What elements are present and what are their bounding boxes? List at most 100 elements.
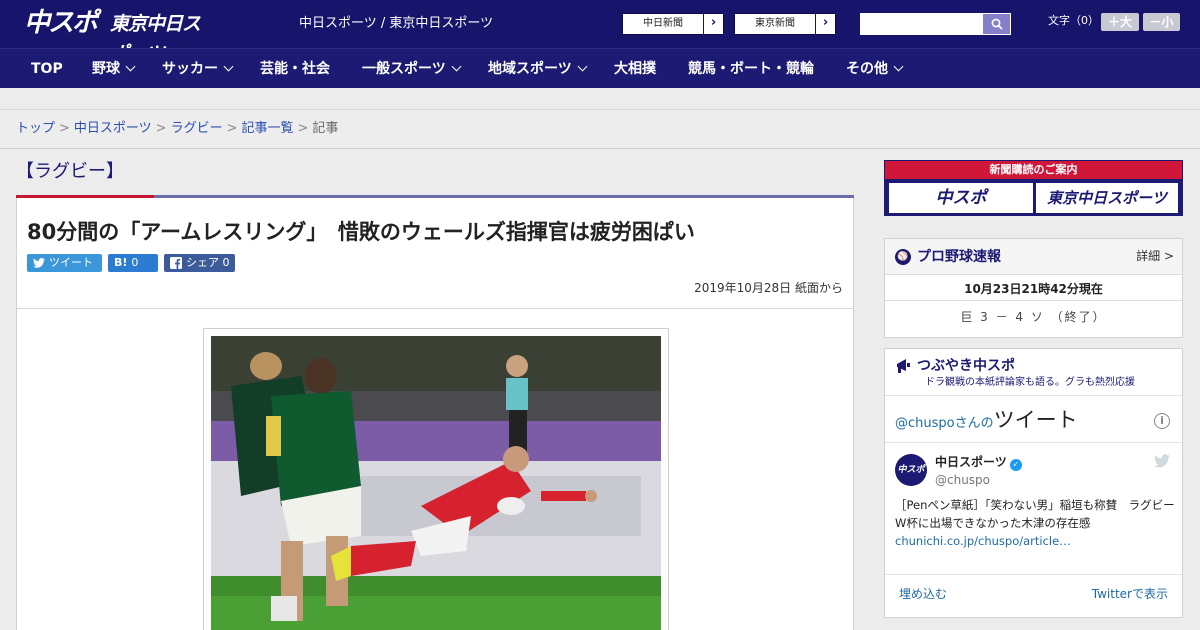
article-photo[interactable] [211,336,661,630]
twitter-bird-icon[interactable] [1154,454,1170,468]
megaphone-icon [897,359,910,373]
tweet-link[interactable]: chunichi.co.jp/chuspo/article… [895,534,1071,548]
baseball-icon: ⚾ [895,249,911,265]
breadcrumb-separator: > [59,121,70,136]
chevron-down-icon [451,61,462,72]
twitter-handle-link[interactable]: @chuspo [895,416,955,431]
site-name: 中日スポーツ / 東京中日スポーツ [299,16,494,31]
info-icon[interactable]: i [1154,413,1170,429]
hatena-icon: B! [114,256,128,269]
embed-link[interactable]: 埋め込む [899,586,947,602]
nav-item-baseball[interactable]: 野球 [92,49,136,89]
nav-item-label: 芸能・社会 [260,61,330,77]
search-button[interactable] [982,13,1011,35]
baseball-update-time: 10月23日21時42分現在 [885,277,1182,301]
nav-item-general-sports[interactable]: 一般スポーツ [362,49,462,89]
baseball-widget-title: プロ野球速報 [917,249,1001,265]
twitter-handle-suffix: さんの [954,416,994,431]
breadcrumb-separator: > [297,121,309,136]
tokyo-shimbun-link[interactable]: 東京新聞 › [734,13,836,35]
twitter-icon [33,258,45,268]
font-size-label: 文字（0） [1048,14,1099,27]
chunichi-shimbun-link[interactable]: 中日新聞 › [622,13,724,35]
article-photo-frame [203,328,669,630]
breadcrumb-separator: > [155,121,167,136]
nav-item-label: 一般スポーツ [362,61,446,77]
tweet-account-handle[interactable]: @chuspo [935,472,990,488]
nav-item-racing[interactable]: 競馬・ボート・競輪 [688,49,814,89]
ad-strip [0,88,1200,110]
nav-item-local-sports[interactable]: 地域スポーツ [488,49,588,89]
twitter-footer-divider [885,574,1182,575]
chevron-down-icon [223,61,234,72]
nav-item-label: 野球 [92,61,120,77]
section-title: 【ラグビー】 [16,161,124,182]
verified-badge-icon: ✓ [1009,459,1022,471]
nav-item-label: 地域スポーツ [488,61,572,77]
nav-item-label: 大相撲 [614,61,656,77]
pro-baseball-widget: ⚾ プロ野球速報 詳細 > 10月23日21時42分現在 巨 3 － 4 ソ （… [884,238,1183,338]
chuspo-logo[interactable]: 中スポ [24,6,104,40]
tweet-account-name[interactable]: 中日スポーツ ✓ [935,454,1022,471]
facebook-share-button[interactable]: シェア 0 [164,254,235,272]
nav-item-other[interactable]: その他 [846,49,904,89]
facebook-share-label: シェア [186,256,219,269]
breadcrumb-top[interactable]: トップ [16,121,55,136]
hatena-count: 0 [131,256,139,269]
twitter-widget-title: つぶやき中スポ [917,358,1015,374]
subscription-chuspo-logo: 中スポ [889,183,1033,213]
subscription-banner[interactable]: 新聞購読のご案内 中スポ 東京中日スポーツ [884,160,1183,216]
search-icon [991,18,1003,30]
twitter-embed: @chuspoさんのツイート i 中スポ 中日スポーツ ✓ @chuspo ［Pe… [885,395,1182,617]
nav-item-label: その他 [846,61,888,77]
site-header: 中スポ 東京中日スポーツ 中日スポーツ / 東京中日スポーツ 中日新聞 › 東京… [0,0,1200,65]
facebook-icon [170,257,182,269]
main-nav: TOP 野球 サッカー 芸能・社会 一般スポーツ 地域スポーツ 大相撲 競馬・ボ… [0,48,1200,88]
subscription-banner-title: 新聞購読のご案内 [885,161,1182,179]
font-bigger-button[interactable]: ＋大 [1101,13,1139,31]
nav-item-soccer[interactable]: サッカー [162,49,234,89]
avatar[interactable]: 中スポ [895,454,927,486]
tweet-button[interactable]: ツイート [27,254,102,272]
twitter-handle-heading: @chuspoさんのツイート [895,408,1078,436]
nav-item-label: サッカー [162,61,218,77]
breadcrumb-separator: > [226,121,238,136]
breadcrumb: トップ > 中日スポーツ > ラグビー > 記事一覧 > 記事 [0,111,1200,149]
nav-item-label: 競馬・ボート・競輪 [688,61,814,77]
tweet-body: ［Penペン草紙］「笑わない男」稲垣も称賛 ラグビーW杯に出場できなかった木津の… [895,498,1175,530]
article-dateline: 2019年10月28日 紙面から [694,281,843,295]
tokyo-shimbun-label: 東京新聞 [755,18,795,29]
font-smaller-button[interactable]: －小 [1143,13,1180,31]
tweet-account-name-text: 中日スポーツ [935,455,1007,469]
chevron-down-icon [893,61,904,72]
breadcrumb-chunichi-sports[interactable]: 中日スポーツ [74,121,152,136]
baseball-score[interactable]: 巨 3 － 4 ソ （終了） [885,307,1182,327]
chevron-down-icon [577,61,588,72]
tweet-label: ツイート [49,256,93,269]
baseball-detail-link[interactable]: 詳細 > [1136,248,1174,264]
chevron-down-icon [125,61,136,72]
chevron-right-icon: › [815,14,835,34]
hatena-bookmark-button[interactable]: B! 0 [108,254,158,272]
nav-item-top[interactable]: TOP [31,49,63,89]
nav-item-label: TOP [31,61,63,77]
tokyo-chunichi-logo[interactable]: 東京中日スポーツ [110,9,210,65]
nav-item-sumo[interactable]: 大相撲 [614,49,656,89]
chevron-right-icon: › [703,14,723,34]
twitter-widget-subtitle: ドラ観戦の本紙評論家も語る。グラも熱烈応援 [925,377,1135,388]
twitter-heading-word: ツイート [993,408,1078,432]
subscription-tokyo-logo: 東京中日スポーツ [1036,183,1178,213]
tweet-text: ［Penペン草紙］「笑わない男」稲垣も称賛 ラグビーW杯に出場できなかった木津の… [895,496,1175,550]
view-on-twitter-link[interactable]: Twitterで表示 [1092,586,1168,602]
article-headline: 80分間の「アームレスリング」 惜敗のウェールズ指揮官は疲労困ぱい [27,220,695,244]
article-divider [17,308,853,309]
nav-item-entertainment[interactable]: 芸能・社会 [260,49,330,89]
baseball-widget-header: ⚾ プロ野球速報 詳細 > [885,239,1182,275]
facebook-share-count: 0 [222,256,230,269]
breadcrumb-rugby[interactable]: ラグビー [171,121,223,136]
article-card: 80分間の「アームレスリング」 惜敗のウェールズ指揮官は疲労困ぱい ツイート B… [16,198,854,630]
twitter-widget: つぶやき中スポ ドラ観戦の本紙評論家も語る。グラも熱烈応援 @chuspoさんの… [884,348,1183,618]
search-input[interactable] [860,13,982,35]
chunichi-shimbun-label: 中日新聞 [643,18,683,29]
breadcrumb-article-list[interactable]: 記事一覧 [242,121,294,136]
